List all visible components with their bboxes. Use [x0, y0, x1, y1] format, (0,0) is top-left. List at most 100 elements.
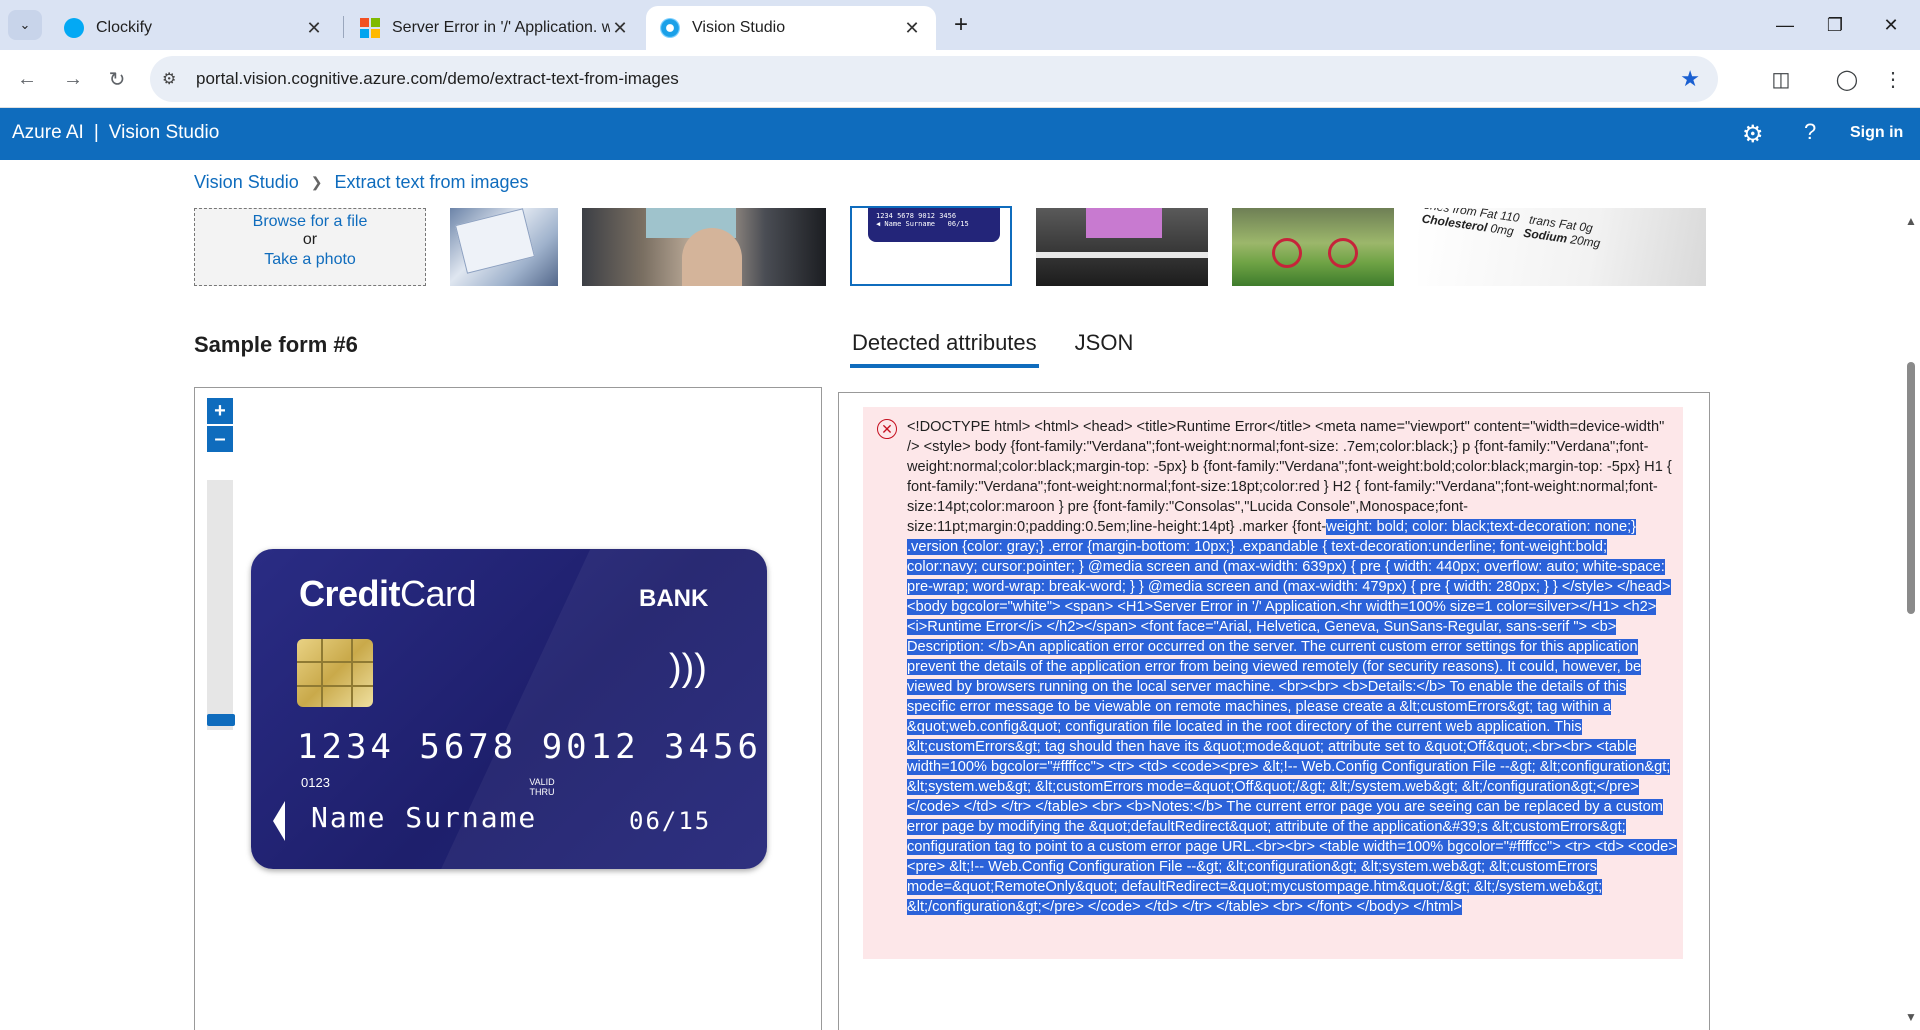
address-bar[interactable]: ⚙ portal.vision.cognitive.azure.com/demo…: [150, 56, 1718, 102]
error-text-selected: weight: bold; color: black;text-decorati…: [907, 519, 1677, 915]
site-settings-icon[interactable]: ⚙: [162, 69, 176, 89]
detected-attributes-panel: ✕ <!DOCTYPE html> <html> <head> <title>R…: [838, 392, 1710, 1030]
restore-icon: ❐: [1826, 14, 1844, 35]
scroll-up-icon[interactable]: ▲: [1905, 214, 1917, 228]
close-icon[interactable]: ✕: [610, 18, 630, 39]
upload-or-text: or: [302, 231, 318, 248]
minimize-icon: —: [1776, 14, 1794, 35]
image-viewer-panel: + – CreditCard BANK ))) 1234 5678 9012 3…: [194, 387, 822, 1030]
take-photo-link[interactable]: Take a photo: [195, 251, 425, 269]
close-icon[interactable]: ✕: [902, 18, 922, 39]
arrow-right-icon: →: [63, 67, 83, 90]
sample-thumbnail-id-card[interactable]: [450, 208, 558, 286]
zoom-out-button[interactable]: –: [207, 426, 233, 452]
card-brand: CreditCard: [299, 573, 477, 615]
sample-thumbnail-credit-card[interactable]: 1234 5678 9012 3456 ◀ Name Surname 06/15: [850, 206, 1012, 286]
breadcrumb-vision-studio[interactable]: Vision Studio: [194, 172, 299, 193]
page-scrollbar[interactable]: ▲ ▼: [1900, 214, 1920, 1030]
upload-dropzone[interactable]: Browse for a file or Take a photo: [194, 208, 426, 286]
reload-button[interactable]: ↻: [100, 62, 134, 96]
card-sub-number: 0123: [301, 775, 330, 790]
contactless-icon: ))): [669, 647, 707, 689]
sample-thumbnail-note[interactable]: [1036, 208, 1208, 286]
extensions-icon[interactable]: ◫: [1766, 64, 1796, 94]
thumbnail-note-shape: [1086, 208, 1162, 238]
zoom-in-button[interactable]: +: [207, 398, 233, 424]
breadcrumb: Vision Studio ❯ Extract text from images: [194, 172, 529, 193]
error-message-text[interactable]: <!DOCTYPE html> <html> <head> <title>Run…: [907, 417, 1677, 917]
url-text[interactable]: portal.vision.cognitive.azure.com/demo/e…: [196, 69, 679, 89]
error-text-plain: <!DOCTYPE html> <html> <head> <title>Run…: [907, 419, 1672, 535]
tab-detected-attributes[interactable]: Detected attributes: [850, 330, 1039, 368]
thumbnail-card-shape: [454, 208, 536, 274]
card-valid-thru: VALID THRU: [529, 777, 555, 797]
vision-studio-icon: [660, 18, 680, 38]
bookmark-star-icon[interactable]: ★: [1680, 66, 1700, 92]
plus-icon: +: [953, 11, 968, 38]
card-brand-light: Card: [400, 573, 477, 614]
more-menu-icon[interactable]: ⋮: [1878, 64, 1908, 94]
card-number: 1234 5678 9012 3456: [297, 727, 762, 767]
minimize-button[interactable]: —: [1760, 8, 1810, 42]
windows-icon: [360, 18, 380, 38]
brand-separator: |: [93, 122, 99, 143]
thumbnail-shelf-shape: [1036, 252, 1208, 258]
thumbnail-label-text: ories from Fat 110 trans Fat 0g Cholester…: [1420, 208, 1602, 251]
card-triangle-icon: [273, 801, 285, 841]
tab-title: Vision Studio: [692, 19, 786, 36]
card-chip: [297, 639, 373, 707]
brand-vision-studio: Vision Studio: [108, 122, 220, 143]
sign-in-button[interactable]: Sign in: [1850, 124, 1903, 142]
thumbnail-wheel-shape: [1272, 238, 1302, 268]
sample-thumbnail-nutrition-label[interactable]: ories from Fat 110 trans Fat 0g Cholester…: [1418, 208, 1706, 286]
profile-icon[interactable]: ◯: [1832, 64, 1862, 94]
arrow-left-icon: ←: [17, 67, 37, 90]
chevron-down-icon: ⌄: [19, 17, 31, 32]
minus-icon: –: [214, 427, 226, 450]
tab-vision-studio[interactable]: Vision Studio ✕: [646, 6, 936, 50]
new-tab-button[interactable]: +: [946, 10, 976, 40]
chevron-right-icon: ❯: [310, 174, 323, 190]
close-icon: ✕: [1883, 14, 1899, 35]
sample-title: Sample form #6: [194, 332, 358, 357]
browser-tab-strip: ⌄ Clockify ✕ Server Error in '/' Applica…: [0, 0, 1920, 50]
close-window-button[interactable]: ✕: [1866, 8, 1916, 42]
card-expiry: 06/15: [629, 807, 712, 835]
card-bank: BANK: [639, 585, 709, 612]
restore-button[interactable]: ❐: [1810, 8, 1860, 42]
sample-thumbnail-bicycle[interactable]: [1232, 208, 1394, 286]
error-message-box: ✕ <!DOCTYPE html> <html> <head> <title>R…: [863, 407, 1683, 959]
reload-icon: ↻: [108, 68, 126, 91]
app-header: Azure AI | Vision Studio ⚙ ? Sign in: [0, 108, 1920, 160]
brand[interactable]: Azure AI | Vision Studio: [12, 122, 219, 144]
card-holder-name: Name Surname: [311, 801, 538, 834]
thumbnail-hand-shape: [682, 228, 742, 286]
zoom-slider[interactable]: [207, 480, 233, 730]
sample-thumbnail-hand-card[interactable]: [582, 208, 826, 286]
forward-button[interactable]: →: [56, 62, 90, 96]
help-icon[interactable]: ?: [1804, 119, 1816, 145]
credit-card-image: CreditCard BANK ))) 1234 5678 9012 3456 …: [251, 549, 767, 869]
error-circle-icon: ✕: [877, 419, 897, 439]
brand-azure-ai: Azure AI: [12, 122, 84, 143]
tab-server-error[interactable]: Server Error in '/' Application. w ✕: [346, 6, 644, 50]
card-brand-bold: Credit: [299, 573, 401, 614]
breadcrumb-current[interactable]: Extract text from images: [334, 172, 528, 193]
tab-divider: [343, 16, 344, 38]
browse-file-link[interactable]: Browse for a file: [195, 213, 425, 231]
settings-gear-icon[interactable]: ⚙: [1742, 120, 1764, 149]
thumbnail-wheel-shape: [1328, 238, 1358, 268]
scrollbar-thumb[interactable]: [1907, 362, 1915, 614]
clockify-icon: [64, 18, 84, 38]
tab-title: Clockify: [96, 19, 153, 36]
browser-toolbar: ← → ↻ ⚙ portal.vision.cognitive.azure.co…: [0, 50, 1920, 108]
scroll-down-icon[interactable]: ▼: [1905, 1010, 1917, 1024]
tab-search-button[interactable]: ⌄: [8, 10, 42, 40]
tab-json[interactable]: JSON: [1073, 330, 1136, 368]
close-icon[interactable]: ✕: [304, 18, 324, 39]
plus-icon: +: [214, 399, 226, 422]
tab-clockify[interactable]: Clockify ✕: [50, 6, 338, 50]
zoom-slider-handle[interactable]: [207, 714, 235, 726]
result-tabs: Detected attributes JSON: [850, 330, 1169, 368]
back-button[interactable]: ←: [10, 62, 44, 96]
